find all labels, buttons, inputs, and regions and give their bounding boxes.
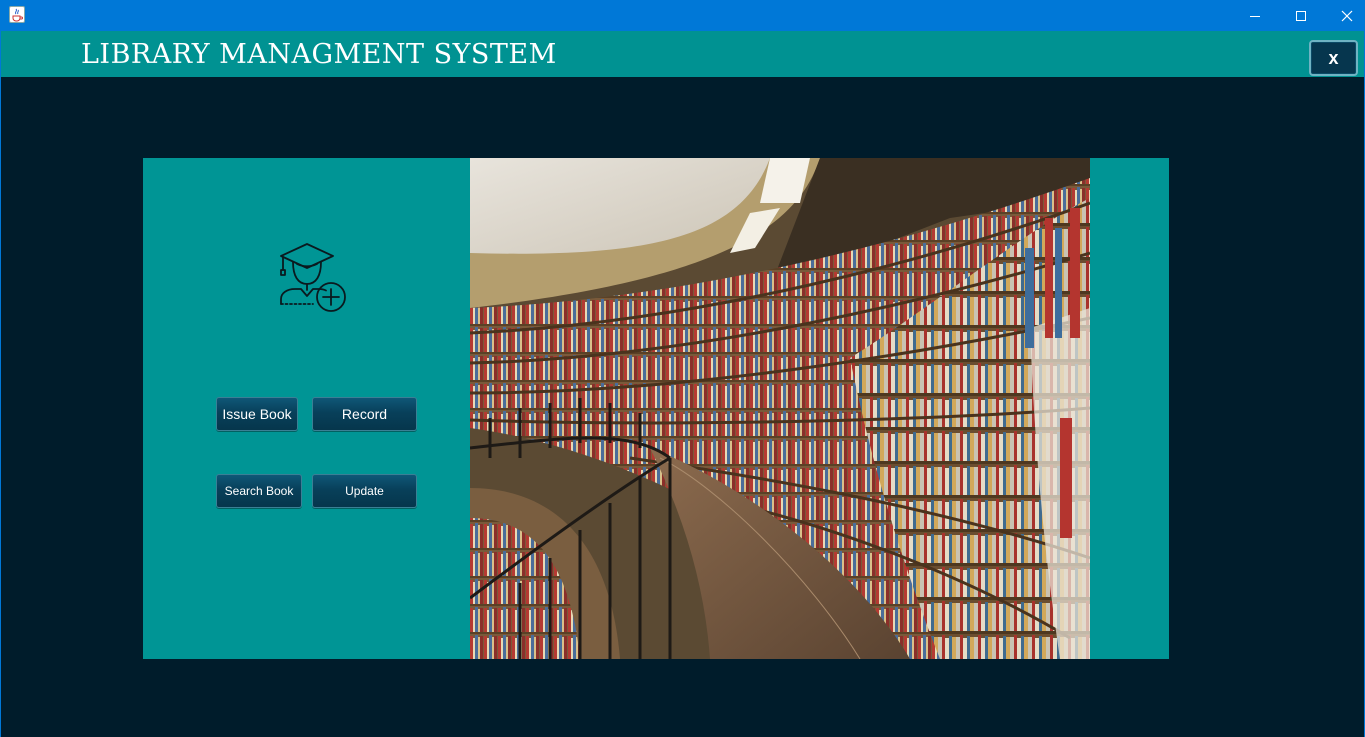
window-titlebar <box>0 0 1365 31</box>
window-close-button[interactable] <box>1324 0 1365 31</box>
window-border-left <box>0 31 1 737</box>
minimize-button[interactable] <box>1232 0 1278 31</box>
java-cup-icon <box>9 6 25 23</box>
update-button[interactable]: Update <box>312 474 417 508</box>
maximize-button[interactable] <box>1278 0 1324 31</box>
app-close-button[interactable]: x <box>1309 40 1358 76</box>
main-panel: Issue Book Record Search Book Update <box>143 158 1169 659</box>
app-title: LIBRARY MANAGMENT SYSTEM <box>81 39 557 70</box>
record-button[interactable]: Record <box>312 397 417 431</box>
app-header: LIBRARY MANAGMENT SYSTEM x <box>1 31 1364 77</box>
search-book-button[interactable]: Search Book <box>216 474 302 508</box>
graduate-add-user-icon <box>278 240 350 314</box>
library-bookshelf-photo <box>470 158 1090 659</box>
issue-book-button[interactable]: Issue Book <box>216 397 298 431</box>
